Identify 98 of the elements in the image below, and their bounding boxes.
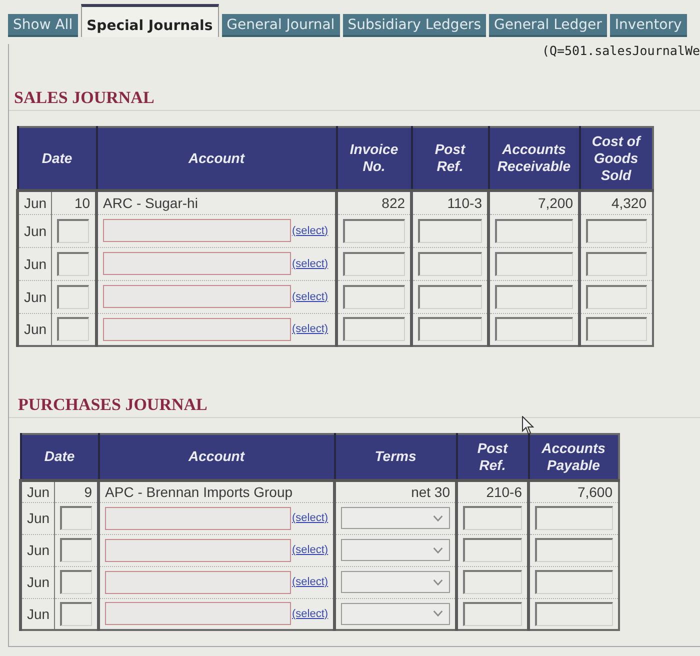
day-field[interactable] bbox=[57, 284, 89, 308]
input-field[interactable] bbox=[343, 284, 406, 308]
account-field[interactable] bbox=[103, 252, 292, 275]
dropdown-field[interactable] bbox=[341, 571, 450, 593]
input-field[interactable] bbox=[463, 506, 522, 530]
table-value: 210-6 bbox=[486, 484, 522, 500]
month-text: Jun bbox=[24, 321, 47, 338]
column-header: Accounts Payable bbox=[528, 434, 619, 480]
input-field[interactable] bbox=[535, 570, 613, 594]
account-field[interactable] bbox=[105, 538, 292, 562]
input-field[interactable] bbox=[535, 506, 613, 530]
input-field[interactable] bbox=[343, 317, 406, 342]
input-field[interactable] bbox=[343, 218, 406, 242]
account-text: ARC - Sugar-hi bbox=[103, 194, 198, 210]
input-field[interactable] bbox=[463, 570, 522, 594]
select-link[interactable]: (select) bbox=[292, 544, 328, 556]
input-field[interactable] bbox=[495, 284, 574, 308]
month-text: Jun bbox=[27, 542, 50, 558]
dropdown-field[interactable] bbox=[341, 539, 450, 561]
tab[interactable]: General Ledger bbox=[488, 14, 607, 37]
select-link[interactable]: (select) bbox=[292, 224, 328, 236]
input-field[interactable] bbox=[343, 252, 406, 276]
column-header: Account bbox=[98, 434, 335, 480]
month-text: Jun bbox=[24, 194, 47, 210]
column-header: Post Ref. bbox=[456, 434, 529, 480]
input-field[interactable] bbox=[495, 252, 574, 276]
column-header: Post Ref. bbox=[412, 127, 489, 190]
input-field[interactable] bbox=[586, 317, 647, 342]
input-field[interactable] bbox=[418, 252, 482, 276]
cursor-icon bbox=[522, 416, 534, 435]
table-value: 7,200 bbox=[538, 194, 574, 210]
chevron-down-icon bbox=[433, 578, 444, 586]
column-header: Accounts Receivable bbox=[488, 127, 580, 190]
account-field[interactable] bbox=[103, 219, 292, 242]
input-field[interactable] bbox=[495, 317, 574, 342]
account-text: APC - Brennan Imports Group bbox=[105, 484, 293, 500]
account-field[interactable] bbox=[105, 570, 292, 594]
chevron-down-icon bbox=[433, 514, 444, 522]
tab[interactable]: Special Journals bbox=[80, 4, 219, 37]
day-field[interactable] bbox=[57, 218, 89, 242]
select-link[interactable]: (select) bbox=[292, 576, 328, 588]
input-field[interactable] bbox=[586, 252, 647, 276]
day-text: 10 bbox=[74, 194, 90, 210]
month-text: Jun bbox=[24, 256, 47, 272]
day-field[interactable] bbox=[60, 538, 92, 562]
input-field[interactable] bbox=[418, 317, 482, 342]
day-field[interactable] bbox=[60, 506, 92, 530]
input-field[interactable] bbox=[463, 538, 522, 562]
column-header: Account bbox=[96, 127, 337, 190]
select-link[interactable]: (select) bbox=[292, 608, 328, 620]
tab[interactable]: General Journal bbox=[222, 14, 340, 37]
input-field[interactable] bbox=[418, 218, 482, 242]
month-text: Jun bbox=[27, 484, 50, 500]
account-field[interactable] bbox=[103, 285, 292, 308]
table-value: 4,320 bbox=[611, 194, 647, 210]
column-header: Date bbox=[18, 127, 97, 190]
month-text: Jun bbox=[24, 288, 47, 304]
select-link[interactable]: (select) bbox=[292, 290, 328, 302]
chevron-down-icon bbox=[433, 546, 444, 554]
month-text: Jun bbox=[27, 606, 50, 622]
column-header: Cost of Goods Sold bbox=[580, 127, 653, 190]
input-field[interactable] bbox=[535, 538, 613, 562]
month-text: Jun bbox=[24, 222, 47, 238]
tab[interactable]: Show All bbox=[8, 14, 78, 37]
day-field[interactable] bbox=[60, 570, 92, 594]
table-value: net 30 bbox=[411, 484, 450, 500]
dropdown-field[interactable] bbox=[341, 507, 450, 529]
day-field[interactable] bbox=[57, 317, 89, 342]
day-field[interactable] bbox=[57, 252, 89, 276]
day-text: 9 bbox=[84, 484, 92, 500]
table-value: 110-3 bbox=[447, 194, 482, 210]
column-header: Date bbox=[20, 434, 99, 480]
account-field[interactable] bbox=[105, 602, 292, 626]
tab[interactable]: Inventory bbox=[610, 14, 687, 37]
table-value: 7,600 bbox=[577, 484, 613, 500]
chevron-down-icon bbox=[433, 610, 444, 618]
input-field[interactable] bbox=[418, 284, 482, 308]
column-header: Terms bbox=[334, 434, 457, 480]
select-link[interactable]: (select) bbox=[292, 512, 328, 524]
input-field[interactable] bbox=[586, 218, 647, 242]
section-title: PURCHASES JOURNAL bbox=[18, 395, 208, 414]
month-text: Jun bbox=[27, 574, 50, 590]
input-field[interactable] bbox=[535, 602, 613, 626]
month-text: Jun bbox=[27, 510, 50, 526]
input-field[interactable] bbox=[463, 602, 522, 626]
column-header: Invoice No. bbox=[336, 127, 412, 190]
select-link[interactable]: (select) bbox=[292, 258, 328, 270]
account-field[interactable] bbox=[103, 318, 292, 341]
day-field[interactable] bbox=[60, 602, 92, 626]
input-field[interactable] bbox=[586, 284, 647, 308]
account-field[interactable] bbox=[105, 506, 292, 530]
section-title: SALES JOURNAL bbox=[14, 88, 154, 107]
tab[interactable]: Subsidiary Ledgers bbox=[342, 14, 486, 37]
dropdown-field[interactable] bbox=[341, 602, 450, 625]
select-link[interactable]: (select) bbox=[292, 323, 328, 336]
table-value: 822 bbox=[382, 194, 406, 210]
input-field[interactable] bbox=[495, 218, 574, 242]
query-label: (Q=501.salesJournalWe bbox=[542, 44, 700, 58]
